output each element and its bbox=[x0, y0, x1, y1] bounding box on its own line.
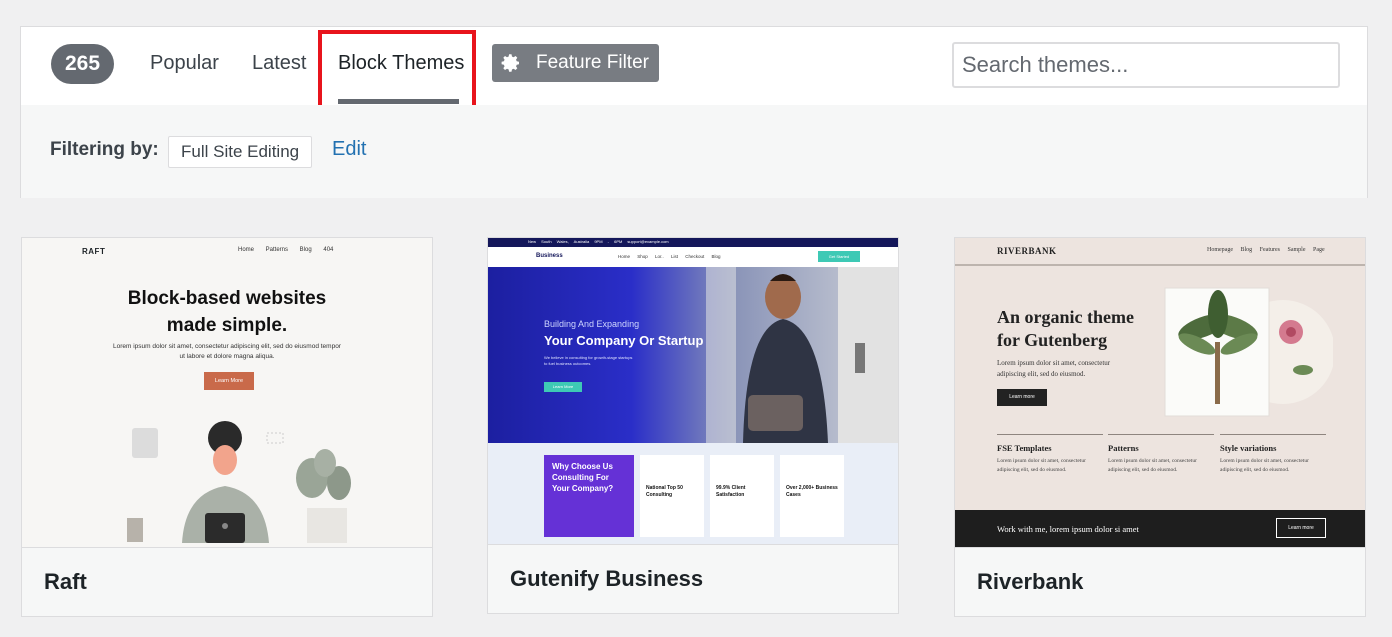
theme-card-gutenify-business[interactable]: New South Wales, Australia 9PM - 6PM sup… bbox=[487, 237, 899, 614]
preview-text: Lorem ipsum dolor sit amet, consectetur … bbox=[113, 343, 341, 360]
feature-filter-button[interactable]: Feature Filter bbox=[492, 44, 659, 82]
botanical-illustration bbox=[1164, 287, 1333, 417]
theme-card-raft[interactable]: RAFT Home Patterns Blog 404 Block-based … bbox=[21, 237, 433, 617]
preview-nav: Home Patterns Blog 404 bbox=[238, 247, 334, 253]
preview-nav: Home Shop Lor.. List Checkout Blog bbox=[618, 254, 721, 259]
edit-filter-link[interactable]: Edit bbox=[332, 138, 366, 161]
active-filter-tag: Full Site Editing bbox=[168, 136, 313, 168]
preview-hero-text: We believe in consulting for growth-stag… bbox=[544, 355, 633, 366]
preview-feature-box: Over 2,000+ Business Cases bbox=[780, 455, 844, 537]
businessman-photo bbox=[706, 267, 898, 443]
preview-text: Lorem ipsum dolor sit amet, consectetur … bbox=[997, 359, 1111, 378]
preview-feature-column: Style variations Lorem ipsum dolor sit a… bbox=[1220, 434, 1326, 475]
filter-summary-row: Filtering by: Full Site Editing Edit bbox=[21, 105, 1367, 198]
tab-popular[interactable]: Popular bbox=[150, 51, 219, 75]
preview-nav: Homepage Blog Features Sample Page bbox=[1207, 247, 1325, 253]
preview-features: Why Choose Us Consulting For Your Compan… bbox=[488, 443, 898, 544]
preview-logo: RIVERBANK bbox=[997, 246, 1057, 256]
tab-block-themes[interactable]: Block Themes bbox=[338, 51, 464, 75]
preview-button: Learn more bbox=[997, 389, 1047, 406]
preview-heading: Block-based websites made simple. bbox=[127, 288, 327, 336]
theme-name: Gutenify Business bbox=[488, 544, 898, 613]
preview-hero-button: Learn More bbox=[544, 382, 582, 392]
theme-screenshot: New South Wales, Australia 9PM - 6PM sup… bbox=[488, 238, 898, 544]
theme-name: Riverbank bbox=[955, 547, 1365, 616]
theme-count-badge: 265 bbox=[51, 44, 114, 84]
preview-feature-box: 99.9% Client Satisfaction bbox=[710, 455, 774, 537]
filtering-by-label: Filtering by: bbox=[50, 139, 159, 160]
preview-hero-subtitle: Building And Expanding bbox=[544, 319, 640, 329]
preview-feature-column: Patterns Lorem ipsum dolor sit amet, con… bbox=[1108, 434, 1214, 475]
preview-button: Learn More bbox=[204, 372, 254, 390]
theme-filter-bar: 265 Popular Latest Block Themes Feature … bbox=[20, 26, 1368, 198]
preview-feature-column: FSE Templates Lorem ipsum dolor sit amet… bbox=[997, 434, 1103, 475]
preview-hero-title: Your Company Or Startup bbox=[544, 333, 704, 348]
active-tab-indicator bbox=[338, 99, 459, 104]
theme-name: Raft bbox=[22, 547, 432, 616]
theme-screenshot: RAFT Home Patterns Blog 404 Block-based … bbox=[22, 238, 432, 547]
preview-nav-bar: Business Home Shop Lor.. List Checkout B… bbox=[488, 247, 898, 267]
preview-why-box: Why Choose Us Consulting For Your Compan… bbox=[544, 455, 634, 537]
gear-icon bbox=[501, 54, 519, 72]
preview-logo: Business bbox=[536, 253, 563, 259]
preview-topbar: New South Wales, Australia 9PM - 6PM sup… bbox=[488, 238, 898, 247]
preview-hero: Building And Expanding Your Company Or S… bbox=[488, 267, 898, 443]
feature-filter-label: Feature Filter bbox=[536, 52, 649, 73]
preview-footer: Work with me, lorem ipsum dolor si amet … bbox=[955, 510, 1365, 547]
tab-latest[interactable]: Latest bbox=[252, 51, 306, 75]
search-themes-input[interactable] bbox=[952, 42, 1340, 88]
theme-card-riverbank[interactable]: RIVERBANK Homepage Blog Features Sample … bbox=[954, 237, 1366, 617]
preview-heading: An organic theme for Gutenberg bbox=[997, 307, 1134, 350]
theme-screenshot: RIVERBANK Homepage Blog Features Sample … bbox=[955, 238, 1365, 547]
preview-cta: Get Started bbox=[818, 251, 860, 262]
filter-top-row: 265 Popular Latest Block Themes Feature … bbox=[21, 27, 1367, 118]
preview-logo: RAFT bbox=[82, 247, 106, 256]
person-illustration bbox=[127, 421, 351, 543]
preview-feature-box: National Top 50 Consulting bbox=[640, 455, 704, 537]
